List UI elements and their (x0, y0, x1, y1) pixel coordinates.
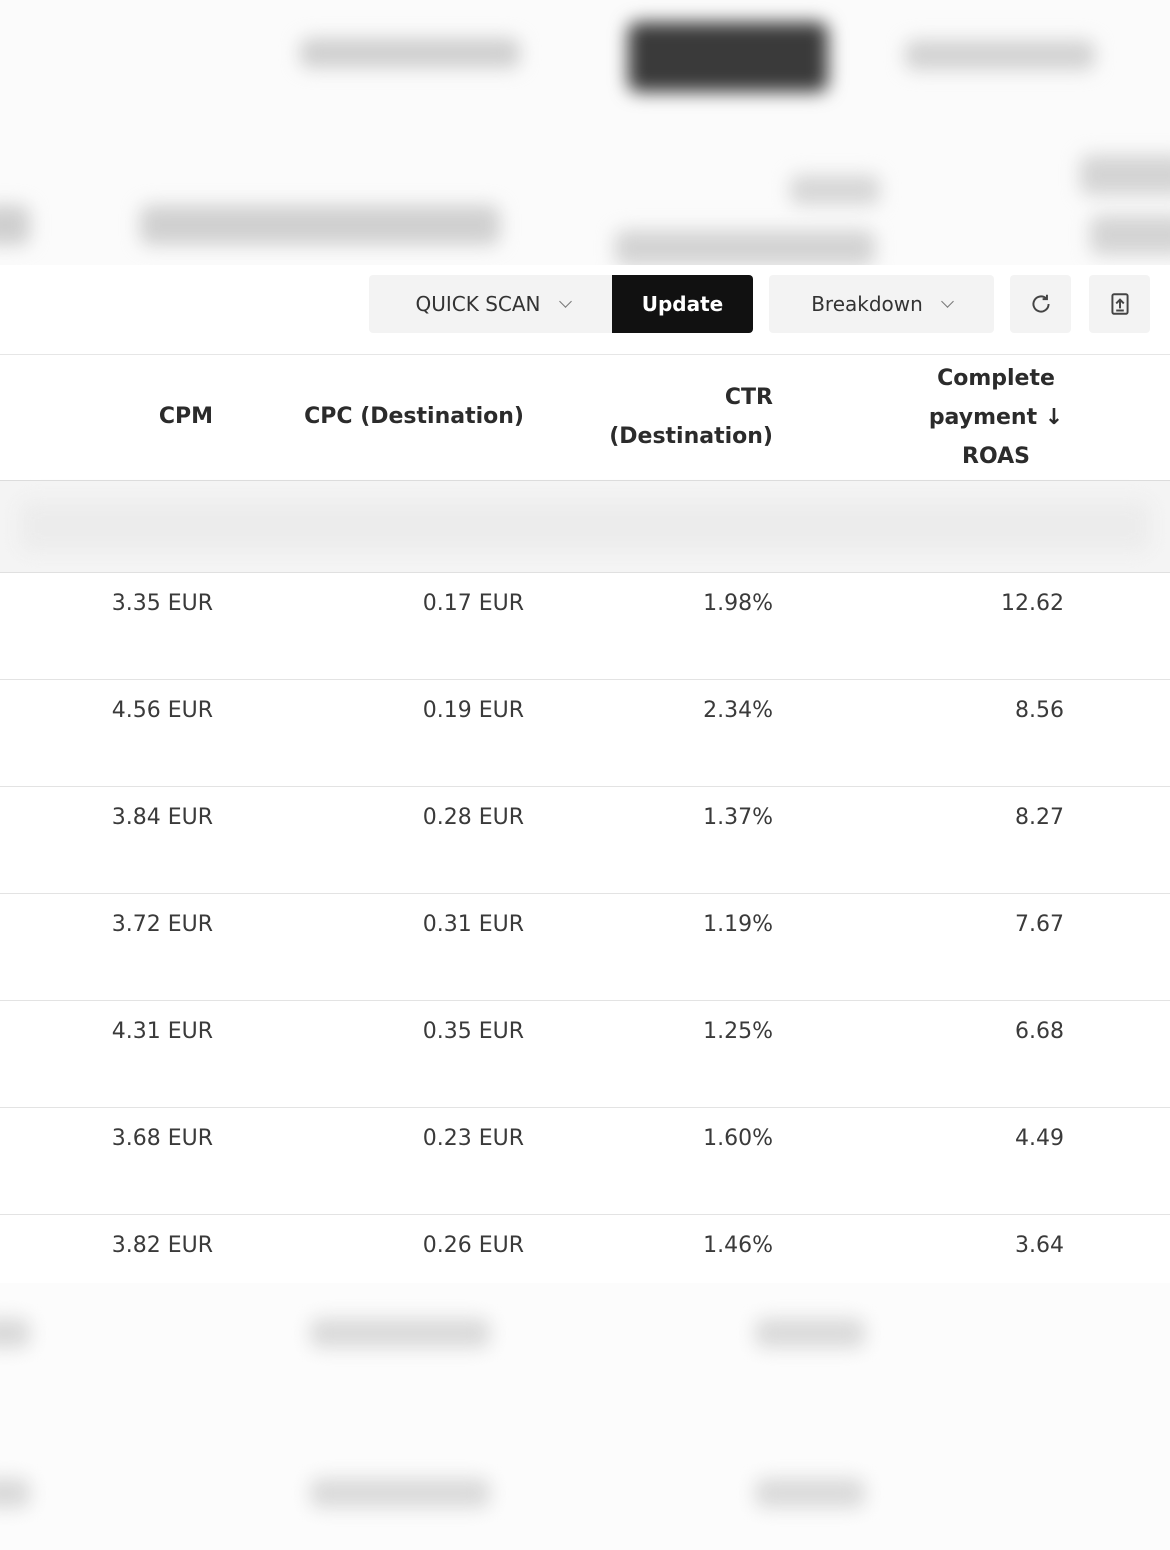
summary-row (0, 481, 1170, 573)
cell-ctr: 1.19% (703, 912, 773, 937)
table-row[interactable]: 3.82 EUR 0.26 EUR 1.46% 3.64 (0, 1215, 1170, 1283)
cell-ctr: 2.34% (703, 698, 773, 723)
update-button[interactable]: Update (612, 275, 753, 333)
column-header-roas-line2: payment ↓ (928, 405, 1064, 430)
cell-cpm: 3.68 EUR (111, 1126, 213, 1151)
table-row[interactable]: 3.35 EUR 0.17 EUR 1.98% 12.62 (0, 573, 1170, 680)
cell-roas: 6.68 (1015, 1019, 1064, 1044)
table-header: CPM CPC (Destination) CTR (Destination) … (0, 354, 1170, 481)
cell-ctr: 1.37% (703, 805, 773, 830)
cell-cpm: 3.35 EUR (111, 591, 213, 616)
cell-roas: 8.56 (1015, 698, 1064, 723)
table-row[interactable]: 3.72 EUR 0.31 EUR 1.19% 7.67 (0, 894, 1170, 1001)
column-header-ctr-line1: CTR (724, 385, 773, 410)
cell-ctr: 1.60% (703, 1126, 773, 1151)
cell-cpm: 3.82 EUR (111, 1233, 213, 1258)
cell-ctr: 1.25% (703, 1019, 773, 1044)
column-header-roas-line1: Complete (937, 366, 1055, 391)
table-row[interactable]: 3.84 EUR 0.28 EUR 1.37% 8.27 (0, 787, 1170, 894)
refresh-icon (1031, 294, 1050, 313)
table-row[interactable]: 4.56 EUR 0.19 EUR 2.34% 8.56 (0, 680, 1170, 787)
cell-roas: 3.64 (1015, 1233, 1064, 1258)
cell-roas: 7.67 (1015, 912, 1064, 937)
cell-cpc: 0.28 EUR (422, 805, 524, 830)
blurred-header-region (0, 0, 1170, 265)
export-icon (1110, 293, 1129, 315)
cell-ctr: 1.98% (703, 591, 773, 616)
breakdown-label: Breakdown (811, 292, 923, 316)
table-row[interactable]: 3.68 EUR 0.23 EUR 1.60% 4.49 (0, 1108, 1170, 1215)
column-header-ctr[interactable]: CTR (Destination) (609, 378, 773, 456)
cell-cpc: 0.17 EUR (422, 591, 524, 616)
cell-cpm: 3.72 EUR (111, 912, 213, 937)
column-header-cpm[interactable]: CPM (159, 397, 213, 436)
cell-cpm: 4.31 EUR (111, 1019, 213, 1044)
cell-cpc: 0.35 EUR (422, 1019, 524, 1044)
column-header-roas[interactable]: Complete payment ↓ ROAS (880, 359, 1112, 476)
cell-roas: 8.27 (1015, 805, 1064, 830)
blurred-footer-region (0, 1283, 1170, 1550)
update-label: Update (641, 292, 724, 316)
cell-cpc: 0.31 EUR (422, 912, 524, 937)
chevron-down-icon (940, 294, 954, 308)
cell-roas: 4.49 (1015, 1126, 1064, 1151)
cell-roas: 12.62 (1001, 591, 1064, 616)
breakdown-dropdown[interactable]: Breakdown (769, 275, 994, 333)
cell-cpm: 4.56 EUR (111, 698, 213, 723)
column-header-roas-line3: ROAS (962, 444, 1030, 469)
cell-cpc: 0.23 EUR (422, 1126, 524, 1151)
quick-scan-label: QUICK SCAN (415, 292, 541, 316)
cell-cpm: 3.84 EUR (111, 805, 213, 830)
cell-cpc: 0.26 EUR (422, 1233, 524, 1258)
cell-cpc: 0.19 EUR (422, 698, 524, 723)
table-toolbar: QUICK SCAN Update Breakdown (0, 265, 1170, 354)
export-button[interactable] (1089, 275, 1150, 333)
quick-scan-dropdown[interactable]: QUICK SCAN (369, 275, 612, 333)
refresh-button[interactable] (1010, 275, 1071, 333)
chevron-down-icon (558, 294, 572, 308)
column-header-ctr-line2: (Destination) (609, 424, 773, 449)
table-row[interactable]: 4.31 EUR 0.35 EUR 1.25% 6.68 (0, 1001, 1170, 1108)
column-header-cpc[interactable]: CPC (Destination) (304, 397, 524, 436)
cell-ctr: 1.46% (703, 1233, 773, 1258)
